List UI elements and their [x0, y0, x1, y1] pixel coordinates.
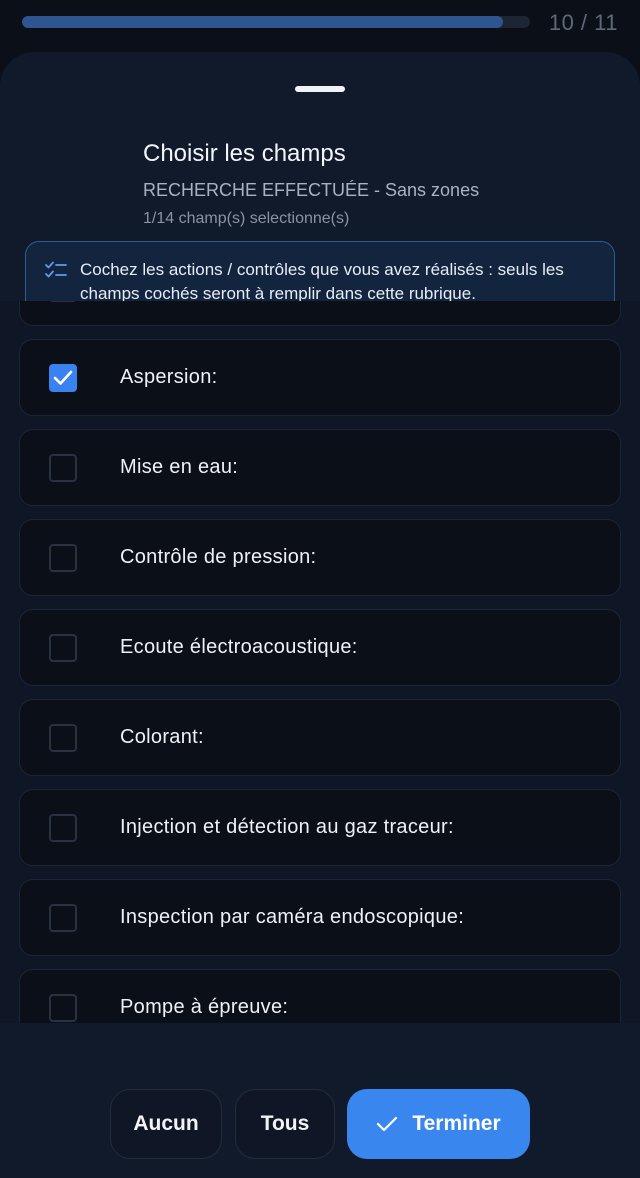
field-item[interactable]	[19, 301, 621, 326]
checkbox-checked[interactable]	[49, 364, 77, 392]
field-item[interactable]: Inspection par caméra endoscopique:	[19, 879, 621, 956]
field-label: Mise en eau:	[120, 456, 239, 478]
field-item[interactable]: Mise en eau:	[19, 429, 621, 506]
sheet-title: Choisir les champs	[143, 140, 346, 167]
none-button[interactable]: Aucun	[110, 1089, 222, 1159]
checkbox-unchecked[interactable]	[49, 634, 77, 662]
field-label: Injection et détection au gaz traceur:	[120, 816, 454, 838]
field-item[interactable]: Injection et détection au gaz traceur:	[19, 789, 621, 866]
field-item[interactable]: Ecoute électroacoustique:	[19, 609, 621, 686]
checklist-icon	[45, 261, 67, 278]
checkbox-unchecked[interactable]	[49, 724, 77, 752]
field-label: Aspersion:	[120, 366, 218, 388]
checkbox-unchecked[interactable]	[49, 994, 77, 1022]
selected-count: 1/14 champ(s) selectionne(s)	[143, 210, 350, 227]
field-label: Colorant:	[120, 726, 204, 748]
all-button[interactable]: Tous	[235, 1089, 335, 1159]
checkbox-unchecked[interactable]	[49, 544, 77, 572]
sheet-drag-handle[interactable]	[295, 86, 345, 92]
field-label: Contrôle de pression:	[120, 546, 317, 568]
checkbox-unchecked[interactable]	[49, 301, 77, 302]
checkbox-unchecked[interactable]	[49, 814, 77, 842]
progress-fill	[22, 16, 504, 28]
top-progress-bar: 10 / 11	[0, 0, 640, 52]
finish-button-label: Terminer	[412, 1112, 501, 1135]
progress-track	[22, 16, 530, 28]
field-label: Pompe à épreuve:	[120, 996, 289, 1018]
check-icon	[53, 370, 73, 385]
footer-actions: Aucun Tous Terminer	[0, 1075, 640, 1178]
field-item[interactable]: Aspersion:	[19, 339, 621, 416]
field-item[interactable]: Pompe à épreuve:	[19, 969, 621, 1023]
check-icon	[377, 1116, 398, 1132]
field-label: Inspection par caméra endoscopique:	[120, 906, 465, 928]
field-label: Ecoute électroacoustique:	[120, 636, 358, 658]
sheet-subtitle: RECHERCHE EFFECTUÉE - Sans zones	[143, 180, 480, 200]
progress-count: 10 / 11	[548, 10, 618, 35]
field-item[interactable]: Colorant:	[19, 699, 621, 776]
field-item[interactable]: Contrôle de pression:	[19, 519, 621, 596]
checkbox-unchecked[interactable]	[49, 904, 77, 932]
checkbox-unchecked[interactable]	[49, 454, 77, 482]
field-list[interactable]: Aspersion: Mise en eau: Contrôle de pressi…	[0, 301, 640, 1023]
finish-button[interactable]: Terminer	[347, 1089, 530, 1159]
info-text: Cochez les actions / contrôles que vous …	[80, 260, 564, 303]
